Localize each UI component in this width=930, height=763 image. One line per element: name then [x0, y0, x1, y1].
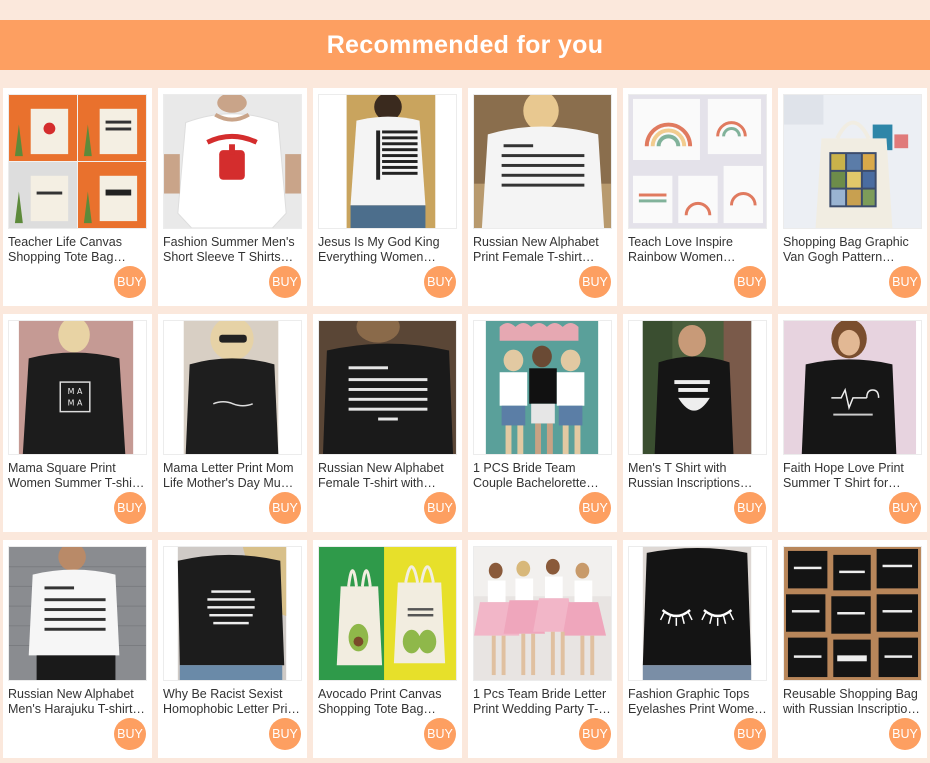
product-image[interactable] — [473, 320, 612, 455]
product-image[interactable] — [473, 94, 612, 229]
product-image[interactable] — [628, 320, 767, 455]
product-image[interactable] — [628, 94, 767, 229]
svg-text:M A: M A — [68, 399, 83, 408]
recommended-banner: Recommended for you — [0, 20, 930, 70]
product-image[interactable] — [163, 94, 302, 229]
product-card[interactable]: M A M A Mama Square Print Women Summer T… — [3, 314, 152, 532]
product-title[interactable]: Men's T Shirt with Russian Inscriptions … — [628, 461, 768, 491]
product-title[interactable]: Shopping Bag Graphic Van Gogh Pattern Ca… — [783, 235, 923, 265]
product-image[interactable] — [163, 320, 302, 455]
product-image[interactable] — [783, 94, 922, 229]
product-image[interactable] — [8, 546, 147, 681]
product-card[interactable]: Avocado Print Canvas Shopping Tote Bag W… — [313, 540, 462, 758]
buy-button[interactable]: BUY — [734, 718, 766, 750]
buy-button[interactable]: BUY — [114, 718, 146, 750]
buy-button[interactable]: BUY — [269, 492, 301, 524]
product-title[interactable]: Reusable Shopping Bag with Russian Inscr… — [783, 687, 923, 717]
product-card[interactable]: Reusable Shopping Bag with Russian Inscr… — [778, 540, 927, 758]
product-grid: Teacher Life Canvas Shopping Tote Bag Pr… — [3, 88, 927, 758]
product-card[interactable]: Shopping Bag Graphic Van Gogh Pattern Ca… — [778, 88, 927, 306]
product-image[interactable] — [163, 546, 302, 681]
product-image[interactable] — [473, 546, 612, 681]
product-image[interactable]: M A M A — [8, 320, 147, 455]
buy-button[interactable]: BUY — [889, 266, 921, 298]
buy-button[interactable]: BUY — [114, 266, 146, 298]
product-title[interactable]: Mama Letter Print Mom Life Mother's Day … — [163, 461, 303, 491]
product-card[interactable]: 1 PCS Bride Team Couple Bachelorette Par… — [468, 314, 617, 532]
product-title[interactable]: 1 PCS Bride Team Couple Bachelorette Par… — [473, 461, 613, 491]
product-title[interactable]: Faith Hope Love Print Summer T Shirt for… — [783, 461, 923, 491]
product-image[interactable] — [318, 546, 457, 681]
buy-button[interactable]: BUY — [734, 266, 766, 298]
product-card[interactable]: Teacher Life Canvas Shopping Tote Bag Pr… — [3, 88, 152, 306]
product-title[interactable]: Teach Love Inspire Rainbow Women Canvas … — [628, 235, 768, 265]
product-card[interactable]: Why Be Racist Sexist Homophobic Letter P… — [158, 540, 307, 758]
product-card[interactable]: Russian New Alphabet Female T-shirt with… — [313, 314, 462, 532]
product-image[interactable] — [318, 320, 457, 455]
svg-text:M A: M A — [68, 387, 83, 396]
product-image[interactable] — [628, 546, 767, 681]
product-title[interactable]: Mama Square Print Women Summer T-shirt C… — [8, 461, 148, 491]
product-image[interactable] — [318, 94, 457, 229]
product-card[interactable]: Russian New Alphabet Print Female T-shir… — [468, 88, 617, 306]
buy-button[interactable]: BUY — [889, 718, 921, 750]
buy-button[interactable]: BUY — [579, 492, 611, 524]
product-title[interactable]: Russian New Alphabet Female T-shirt with… — [318, 461, 458, 491]
buy-button[interactable]: BUY — [114, 492, 146, 524]
product-title[interactable]: Jesus Is My God King Everything Women Su… — [318, 235, 458, 265]
product-card[interactable]: Russian New Alphabet Men's Harajuku T-sh… — [3, 540, 152, 758]
product-title[interactable]: Russian New Alphabet Men's Harajuku T-sh… — [8, 687, 148, 717]
buy-button[interactable]: BUY — [269, 266, 301, 298]
buy-button[interactable]: BUY — [889, 492, 921, 524]
buy-button[interactable]: BUY — [424, 266, 456, 298]
product-card[interactable]: Mama Letter Print Mom Life Mother's Day … — [158, 314, 307, 532]
product-title[interactable]: Why Be Racist Sexist Homophobic Letter P… — [163, 687, 303, 717]
buy-button[interactable]: BUY — [424, 492, 456, 524]
product-card[interactable]: Fashion Summer Men's Short Sleeve T Shir… — [158, 88, 307, 306]
buy-button[interactable]: BUY — [579, 266, 611, 298]
product-title[interactable]: Teacher Life Canvas Shopping Tote Bag Pr… — [8, 235, 148, 265]
buy-button[interactable]: BUY — [269, 718, 301, 750]
product-title[interactable]: Avocado Print Canvas Shopping Tote Bag W… — [318, 687, 458, 717]
buy-button[interactable]: BUY — [424, 718, 456, 750]
buy-button[interactable]: BUY — [579, 718, 611, 750]
product-card[interactable]: Men's T Shirt with Russian Inscriptions … — [623, 314, 772, 532]
product-image[interactable] — [8, 94, 147, 229]
product-card[interactable]: 1 Pcs Team Bride Letter Print Wedding Pa… — [468, 540, 617, 758]
product-card[interactable]: Fashion Graphic Tops Eyelashes Print Wom… — [623, 540, 772, 758]
product-title[interactable]: Russian New Alphabet Print Female T-shir… — [473, 235, 613, 265]
product-card[interactable]: Faith Hope Love Print Summer T Shirt for… — [778, 314, 927, 532]
product-image[interactable] — [783, 546, 922, 681]
product-card[interactable]: Jesus Is My God King Everything Women Su… — [313, 88, 462, 306]
product-title[interactable]: 1 Pcs Team Bride Letter Print Wedding Pa… — [473, 687, 613, 717]
product-image[interactable] — [783, 320, 922, 455]
product-title[interactable]: Fashion Summer Men's Short Sleeve T Shir… — [163, 235, 303, 265]
product-card[interactable]: Teach Love Inspire Rainbow Women Canvas … — [623, 88, 772, 306]
buy-button[interactable]: BUY — [734, 492, 766, 524]
section-title: Recommended for you — [326, 30, 604, 59]
product-title[interactable]: Fashion Graphic Tops Eyelashes Print Wom… — [628, 687, 768, 717]
